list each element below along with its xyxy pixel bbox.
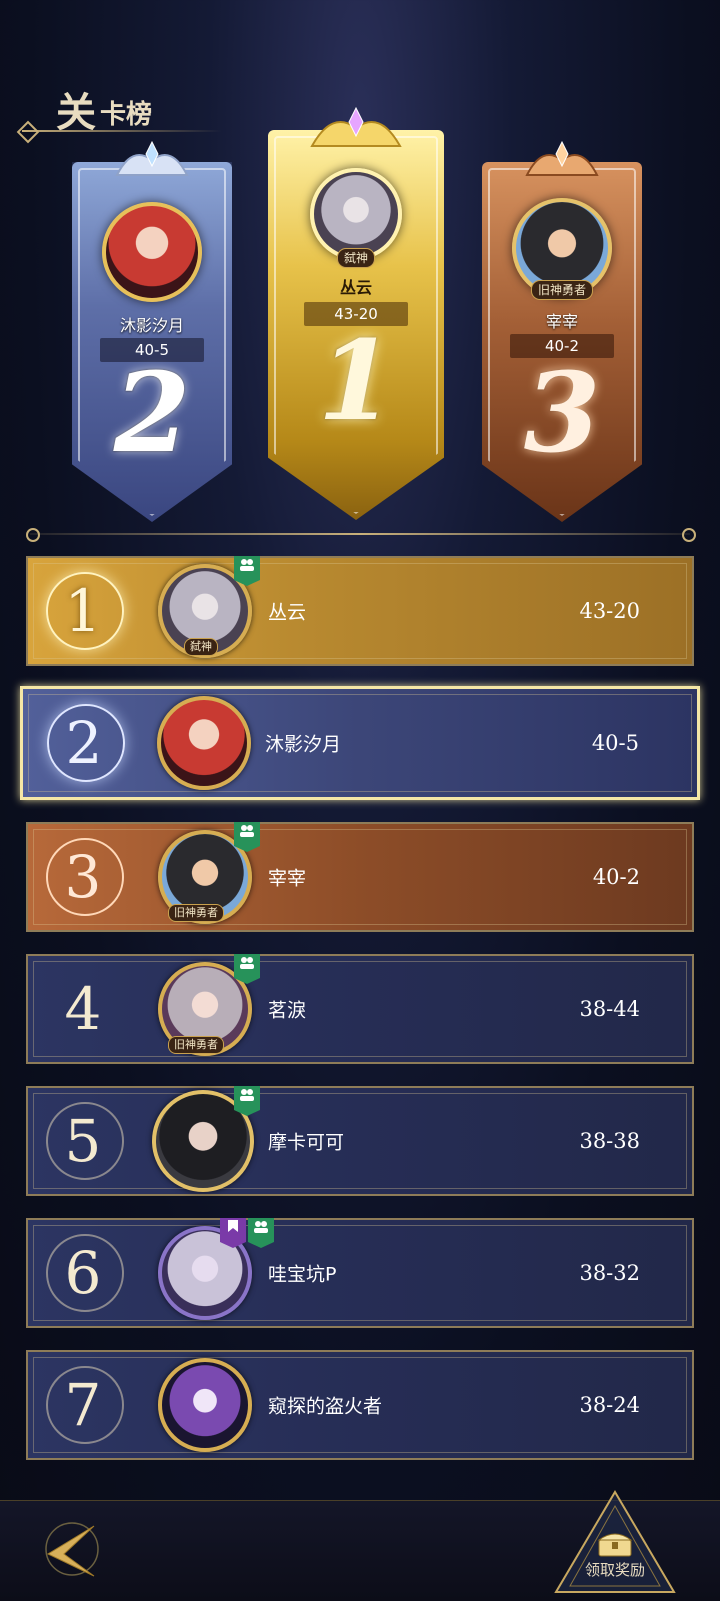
rank-number: 7 bbox=[64, 1371, 102, 1439]
podium-banner-rank-2[interactable]: 沐影汐月 40-5 2 bbox=[72, 162, 232, 522]
player-score: 38-32 bbox=[579, 1261, 640, 1285]
ranking-row-5[interactable]: 5 摩卡可可 38-38 bbox=[26, 1086, 694, 1196]
ranking-row-7[interactable]: 7 窥探的盗火者 38-24 bbox=[26, 1350, 694, 1460]
group-badge bbox=[234, 954, 260, 984]
podium-banner-rank-1[interactable]: 弑神 丛云 43-20 1 bbox=[268, 130, 444, 520]
title-diamond-ornament bbox=[16, 120, 40, 144]
back-arrow-icon bbox=[45, 1522, 99, 1577]
group-icon bbox=[240, 825, 254, 837]
title-tag: 旧神勇者 bbox=[530, 280, 594, 300]
group-icon bbox=[240, 1089, 254, 1101]
group-badge bbox=[248, 1218, 274, 1248]
title-tag: 旧神勇者 bbox=[168, 1036, 224, 1054]
rank-number: 3 bbox=[64, 843, 102, 911]
claim-reward-button[interactable]: 领取奖励 bbox=[552, 1488, 678, 1596]
ranking-row-3[interactable]: 3 旧神勇者 宰宰 40-2 bbox=[26, 822, 694, 932]
purple-badge bbox=[220, 1218, 246, 1248]
player-score: 38-38 bbox=[579, 1129, 640, 1153]
podium-name: 宰宰 bbox=[545, 312, 578, 331]
podium-name: 丛云 bbox=[339, 278, 372, 297]
player-score: 40-5 bbox=[591, 731, 639, 755]
avatar[interactable] bbox=[158, 1358, 252, 1452]
podium-rank-number: 3 bbox=[523, 348, 601, 477]
divider-ornament bbox=[26, 528, 40, 542]
reward-label: 领取奖励 bbox=[584, 1561, 645, 1579]
player-name: 哇宝坑P bbox=[268, 1263, 337, 1286]
title-tag: 弑神 bbox=[184, 638, 218, 656]
rank-number: 4 bbox=[64, 975, 102, 1043]
divider-ornament bbox=[682, 528, 696, 542]
group-badge bbox=[234, 822, 260, 852]
avatar[interactable] bbox=[157, 696, 251, 790]
avatar[interactable] bbox=[310, 168, 402, 260]
title-tag: 旧神勇者 bbox=[168, 904, 224, 922]
group-icon bbox=[240, 957, 254, 969]
rank-number: 5 bbox=[64, 1107, 102, 1175]
bookmark-icon bbox=[228, 1220, 238, 1232]
podium-banner-rank-3[interactable]: 旧神勇者 宰宰 40-2 3 bbox=[482, 162, 642, 522]
section-divider bbox=[30, 533, 690, 535]
gold-crown-icon bbox=[310, 106, 402, 147]
ranking-row-1[interactable]: 1 弑神 丛云 43-20 bbox=[26, 556, 694, 666]
player-name: 宰宰 bbox=[268, 867, 307, 890]
podium-rank-number: 1 bbox=[317, 316, 395, 445]
rank-number: 1 bbox=[64, 577, 102, 645]
player-name: 摩卡可可 bbox=[268, 1131, 345, 1154]
bronze-crown-icon bbox=[525, 140, 599, 176]
row-inner-border bbox=[33, 829, 687, 925]
rank-number: 6 bbox=[64, 1239, 102, 1307]
ranking-row-6[interactable]: 6 哇宝坑P 38-32 bbox=[26, 1218, 694, 1328]
ranking-row-4[interactable]: 4 旧神勇者 茗淚 38-44 bbox=[26, 954, 694, 1064]
page-title-sub: 卡榜 bbox=[100, 100, 153, 130]
player-name: 丛云 bbox=[268, 601, 307, 624]
player-name: 沐影汐月 bbox=[265, 733, 342, 756]
back-button[interactable] bbox=[34, 1514, 104, 1584]
player-name: 窥探的盗火者 bbox=[268, 1395, 383, 1418]
group-icon bbox=[254, 1221, 268, 1233]
treasure-chest-icon bbox=[597, 1533, 633, 1557]
player-score: 38-24 bbox=[579, 1393, 640, 1417]
player-name: 茗淚 bbox=[268, 999, 307, 1022]
avatar[interactable] bbox=[102, 202, 202, 302]
podium-rank-number: 2 bbox=[113, 348, 191, 477]
group-icon bbox=[240, 559, 254, 571]
player-score: 43-20 bbox=[579, 599, 640, 623]
player-score: 40-2 bbox=[592, 865, 640, 889]
group-badge bbox=[234, 556, 260, 586]
page-title: 关 卡榜 bbox=[16, 78, 262, 144]
group-badge bbox=[234, 1086, 260, 1116]
rank-number: 2 bbox=[65, 709, 103, 777]
podium-name: 沐影汐月 bbox=[119, 316, 184, 335]
title-underline bbox=[22, 130, 222, 132]
ranking-row-2[interactable]: 2 沐影汐月 40-5 bbox=[20, 686, 700, 800]
player-score: 38-44 bbox=[579, 997, 640, 1021]
silver-crown-icon bbox=[115, 140, 189, 176]
title-tag: 弑神 bbox=[336, 248, 376, 268]
